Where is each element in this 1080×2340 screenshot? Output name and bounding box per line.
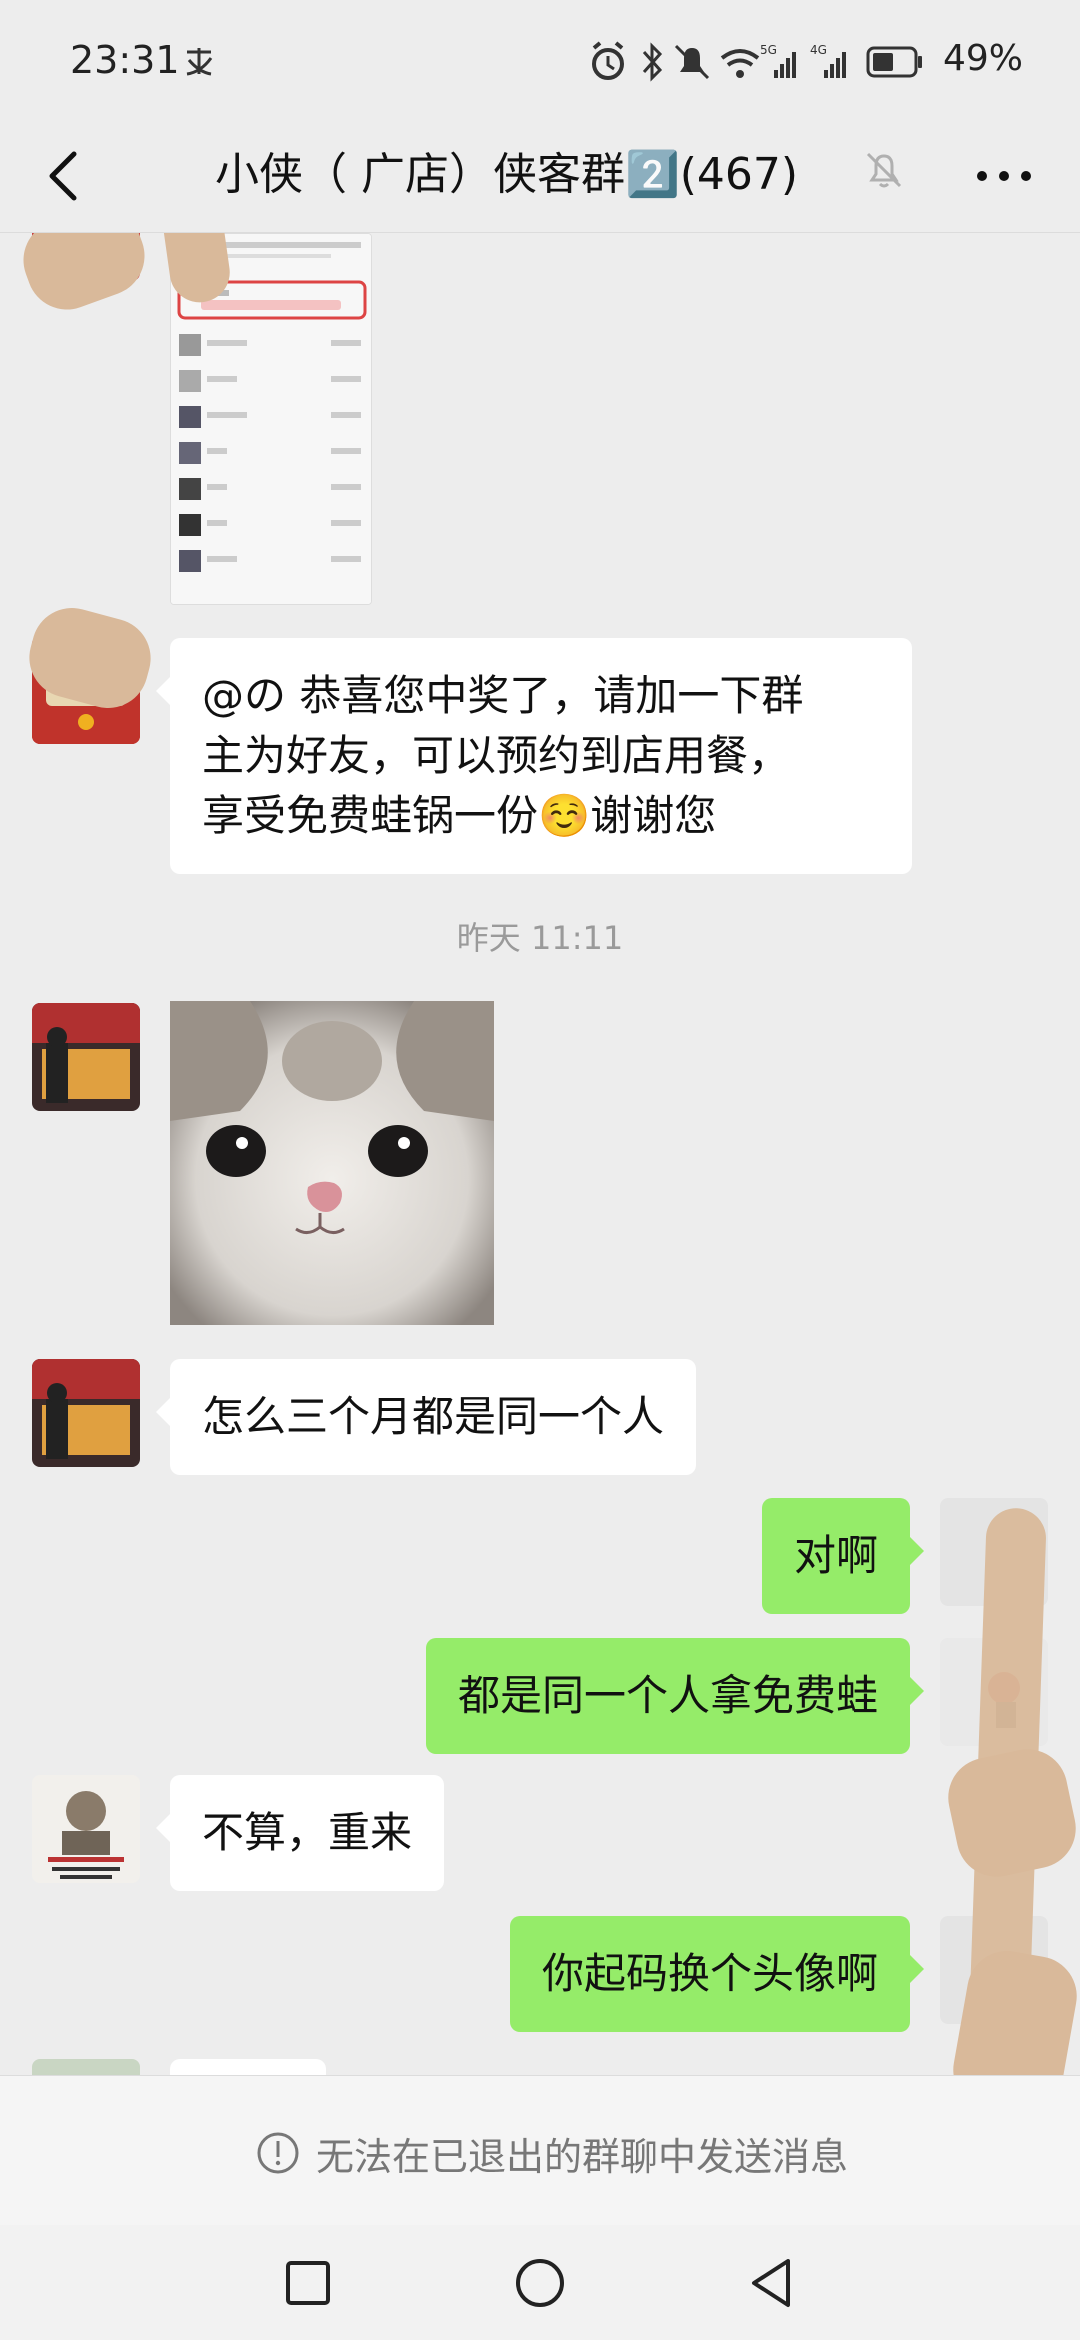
- message-line: @の 恭喜您中奖了，请加一下群: [202, 671, 804, 720]
- status-bar: 23:31 5G 4G 49%: [0, 0, 1080, 124]
- message-bubble[interactable]: @の 恭喜您中奖了，请加一下群 主为好友，可以预约到店用餐， 享受免费蛙锅一份☺…: [170, 638, 912, 874]
- message-line: 享受免费蛙锅一份☺️谢谢您: [202, 791, 717, 840]
- bubble-tail: [156, 1814, 170, 1842]
- app-notification-icon: [186, 48, 213, 76]
- cat-sticker-image: [170, 1001, 494, 1325]
- more-dots-icon[interactable]: [964, 144, 1044, 208]
- message-text: 对啊: [793, 1531, 878, 1580]
- square-icon[interactable]: [276, 2251, 340, 2315]
- alarm-icon: [592, 41, 624, 80]
- message-bubble[interactable]: 不算，重来: [170, 1775, 445, 1891]
- bubble-tail: [156, 1398, 170, 1426]
- chat-header: 小侠（ 广店）侠客群2️⃣(467): [0, 124, 1080, 232]
- message-list[interactable]: @の 恭喜您中奖了，请加一下群 主为好友，可以预约到店用餐， 享受免费蛙锅一份☺…: [0, 233, 1080, 2075]
- status-icons: 5G 4G: [592, 41, 922, 82]
- user-avatar-icon: [32, 1359, 140, 1467]
- chat-screen: 23:31 5G 4G 49% 小侠（ 广店）侠客群2️⃣(467) @の 恭喜…: [0, 0, 1080, 2340]
- battery-icon: [866, 46, 922, 78]
- message-bubble[interactable]: [170, 2059, 326, 2075]
- avatar[interactable]: [32, 2059, 140, 2075]
- sticker-message[interactable]: [170, 1001, 494, 1325]
- circle-icon[interactable]: [508, 2251, 572, 2315]
- message-text: 都是同一个人拿免费蛙: [457, 1671, 878, 1720]
- status-time: 23:31: [70, 38, 180, 82]
- message-bubble-own[interactable]: 都是同一个人拿免费蛙: [425, 1638, 910, 1754]
- bubble-tail: [156, 677, 170, 705]
- battery-percent: 49%: [943, 38, 1024, 79]
- signal-4g-icon: [824, 52, 846, 78]
- message-text: 你起码换个头像啊: [541, 1949, 878, 1998]
- message-line: 主为好友，可以预约到店用餐，: [202, 731, 791, 780]
- bubble-tail: [910, 1955, 924, 1983]
- signal-5g-icon: [774, 52, 796, 78]
- message-bubble-own[interactable]: 对啊: [761, 1498, 910, 1614]
- user-avatar-icon: [32, 1003, 140, 1111]
- bell-off-icon: [866, 152, 902, 188]
- time-divider: 昨天 11:11: [456, 919, 624, 957]
- bubble-tail: [910, 1677, 924, 1705]
- message-bubble[interactable]: 怎么三个月都是同一个人: [170, 1359, 697, 1475]
- bluetooth-icon: [642, 42, 663, 82]
- chevron-left-icon[interactable]: [30, 140, 102, 212]
- silent-icon: [674, 44, 710, 80]
- exclamation-circle-icon: [257, 2132, 299, 2174]
- message-bubble-own[interactable]: 你起码换个头像啊: [509, 1916, 910, 2032]
- bubble-tail: [910, 1537, 924, 1565]
- chat-title: 小侠（ 广店）侠客群2️⃣(467): [215, 149, 799, 200]
- avatar[interactable]: [32, 1359, 140, 1467]
- avatar[interactable]: [32, 1775, 140, 1883]
- message-text: 怎么三个月都是同一个人: [202, 1392, 665, 1441]
- input-disabled-notice: 无法在已退出的群聊中发送消息: [0, 2075, 1080, 2225]
- avatar[interactable]: [32, 1003, 140, 1111]
- svg-text:4G: 4G: [810, 43, 827, 57]
- system-nav-bar: [0, 2225, 1080, 2340]
- privacy-scribble: [940, 1741, 1080, 1885]
- svg-text:5G: 5G: [760, 43, 777, 57]
- notice-text: 无法在已退出的群聊中发送消息: [316, 2135, 849, 2179]
- privacy-scribble: [12, 233, 156, 321]
- wifi-icon: [720, 49, 760, 78]
- triangle-back-icon[interactable]: [740, 2251, 804, 2315]
- message-text: 不算，重来: [202, 1808, 413, 1857]
- meme-avatar-icon: [32, 1775, 140, 1883]
